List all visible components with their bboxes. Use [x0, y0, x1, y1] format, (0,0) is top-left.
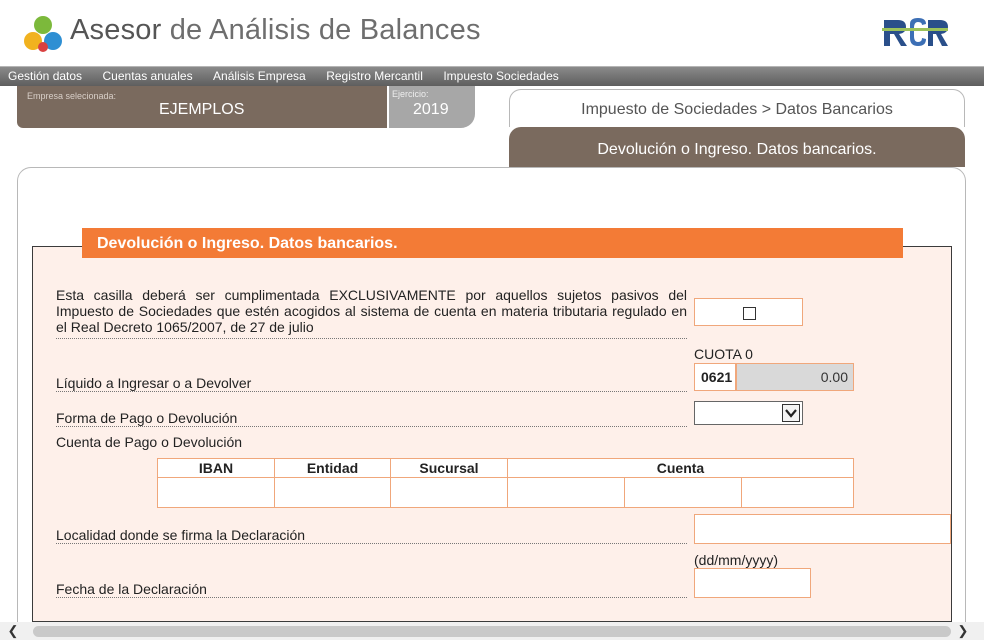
app-title-part2: de Análisis de Balances [161, 14, 481, 46]
menu-registro-mercantil[interactable]: Registro Mercantil [326, 67, 423, 86]
entidad-input[interactable] [274, 477, 391, 508]
menu-impuesto-sociedades[interactable]: Impuesto Sociedades [443, 67, 558, 86]
exclusive-account-text: Esta casilla deberá ser cumplimentada EX… [56, 287, 687, 339]
year-label: Ejercicio: [392, 89, 429, 99]
cuenta-input-2[interactable] [624, 477, 742, 508]
fiscal-year-box: Ejercicio: 2019 [389, 86, 475, 128]
app-title: Asesor de Análisis de Balances [70, 14, 481, 47]
sucursal-header: Sucursal [390, 458, 508, 478]
exclusive-account-cell [694, 298, 803, 326]
iban-header: IBAN [157, 458, 275, 478]
liquido-label: Líquido a Ingresar o a Devolver [56, 374, 687, 392]
company-label: Empresa selecionada: [27, 91, 117, 101]
selected-company-box: Empresa selecionada: EJEMPLOS [17, 86, 387, 128]
box-code: 0621 [694, 363, 736, 391]
chevron-down-icon[interactable] [782, 404, 800, 422]
cuenta-pago-label: Cuenta de Pago o Devolución [56, 434, 243, 450]
iban-input[interactable] [157, 477, 275, 508]
fecha-label: Fecha de la Declaración [56, 580, 687, 598]
brand-logo-icon [882, 18, 948, 46]
app-header: Asesor de Análisis de Balances [0, 0, 984, 66]
cuenta-header: Cuenta [507, 458, 854, 478]
year-value: 2019 [413, 101, 449, 118]
tab-devolucion-ingreso[interactable]: Devolución o Ingreso. Datos bancarios. [509, 127, 965, 167]
app-logo-icon [24, 16, 62, 52]
forma-pago-select[interactable] [694, 401, 803, 425]
form-title: Devolución o Ingreso. Datos bancarios. [82, 228, 903, 258]
menu-gestion-datos[interactable]: Gestión datos [8, 67, 82, 86]
cuenta-input-3[interactable] [741, 477, 854, 508]
horizontal-scrollbar[interactable]: ❮ ❯ [0, 622, 984, 640]
cuota-label: CUOTA 0 [694, 346, 753, 362]
scrollbar-thumb[interactable] [33, 626, 951, 637]
scroll-left-icon[interactable]: ❮ [5, 623, 21, 639]
localidad-label: Localidad donde se firma la Declaración [56, 526, 687, 544]
entidad-header: Entidad [274, 458, 391, 478]
checkbox-icon[interactable] [743, 307, 756, 320]
menu-analisis-empresa[interactable]: Análisis Empresa [213, 67, 306, 86]
main-menu-bar: Gestión datos Cuentas anuales Análisis E… [0, 66, 984, 86]
sucursal-input[interactable] [390, 477, 508, 508]
menu-cuentas-anuales[interactable]: Cuentas anuales [103, 67, 193, 86]
scroll-right-icon[interactable]: ❯ [955, 623, 971, 639]
fecha-input[interactable] [694, 568, 811, 598]
liquido-amount-field: 0.00 [736, 363, 854, 391]
account-number-table: IBAN Entidad Sucursal Cuenta [157, 458, 854, 508]
date-format-hint: (dd/mm/yyyy) [694, 552, 778, 568]
cuenta-input-1[interactable] [507, 477, 625, 508]
company-value: EJEMPLOS [159, 101, 245, 118]
app-title-part1: Asesor [70, 14, 162, 46]
breadcrumb: Impuesto de Sociedades > Datos Bancarios [509, 89, 965, 127]
forma-pago-label: Forma de Pago o Devolución [56, 409, 687, 427]
localidad-input[interactable] [694, 514, 951, 544]
